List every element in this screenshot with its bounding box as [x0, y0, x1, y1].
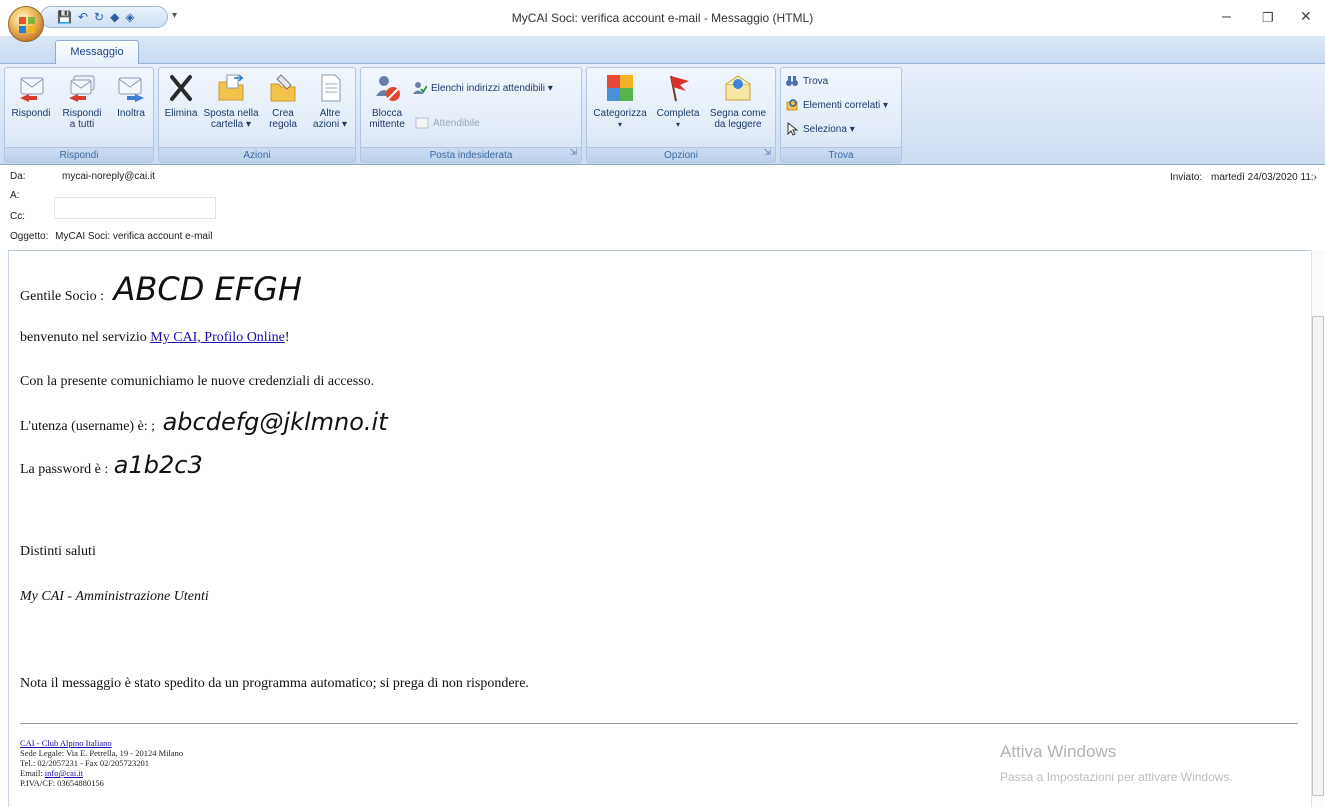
password-value: a1b2c3: [113, 451, 203, 479]
subject-value: MyCAI Soci: verifica account e-mail: [55, 231, 213, 242]
find-button[interactable]: Trova: [785, 74, 828, 88]
username-value: abcdefg@jklmno.it: [162, 408, 388, 436]
activate-windows-subtitle: Passa a Impostazioni per attivare Window…: [1000, 770, 1233, 784]
sent-row: Inviato: martedì 24/03/2020 11:›: [1170, 172, 1317, 183]
mark-unread-icon: [725, 75, 751, 101]
group-label-trova: Trova: [781, 147, 901, 162]
from-value: mycai-noreply@cai.it: [62, 171, 155, 182]
footer-address: Sede Legale: Via E. Petrella, 19 - 20124…: [20, 748, 184, 758]
create-rule-button[interactable]: Crea regola: [261, 72, 305, 130]
move-to-folder-button[interactable]: Sposta nella cartella ▾: [203, 72, 259, 130]
dialog-launcher-icon[interactable]: ⇲: [569, 145, 577, 160]
categorize-icon: [607, 75, 633, 101]
group-rispondi: Rispondi Rispondi a tutti Inoltra Rispon…: [4, 67, 154, 163]
ribbon: Rispondi Rispondi a tutti Inoltra Rispon…: [0, 64, 1325, 165]
dialog-launcher-icon[interactable]: ⇲: [763, 145, 771, 160]
my-cai-profile-link[interactable]: My CAI, Profilo Online: [150, 330, 285, 345]
tab-messaggio[interactable]: Messaggio: [55, 40, 139, 65]
subject-row: Oggetto: MyCAI Soci: verifica account e-…: [10, 231, 212, 242]
signature-text: My CAI - Amministrazione Utenti: [20, 589, 209, 604]
ribbon-tab-row: Messaggio: [0, 36, 1325, 65]
close-button[interactable]: ✕: [1300, 8, 1312, 25]
automatic-note: Nota il messaggio è stato spedito da un …: [20, 676, 529, 691]
mark-unread-button[interactable]: Segna come da leggere: [705, 72, 771, 130]
forward-button[interactable]: Inoltra: [109, 72, 153, 119]
group-posta-indesiderata: Blocca mittente Elenchi indirizzi attend…: [360, 67, 582, 163]
binoculars-icon: [786, 76, 798, 86]
group-label-posta: Posta indesiderata ⇲: [361, 147, 581, 162]
intro-text: Con la presente comunichiamo le nuove cr…: [20, 374, 375, 389]
delete-x-icon: [170, 75, 192, 101]
move-folder-icon: [218, 74, 244, 101]
title-bar: 💾 ↶ ↻ ◆ ◈ ▾ MyCAI Soci: verifica account…: [0, 0, 1325, 42]
office-logo-icon: [19, 17, 35, 33]
group-azioni: Elimina Sposta nella cartella ▾ Crea reg…: [158, 67, 356, 163]
reply-all-button[interactable]: Rispondi a tutti: [57, 72, 107, 130]
activate-windows-title: Attiva Windows: [1000, 742, 1117, 761]
block-sender-button[interactable]: Blocca mittente: [365, 72, 409, 130]
footer: CAI - Club Alpino Italiano Sede Legale: …: [20, 738, 183, 788]
to-label: A:: [10, 190, 20, 201]
forward-icon: [118, 77, 144, 102]
delete-button[interactable]: Elimina: [161, 72, 201, 119]
reply-all-icon: [69, 75, 95, 102]
welcome-prefix: benvenuto nel servizio: [20, 330, 151, 345]
sent-label: Inviato:: [1169, 172, 1203, 183]
window-title: MyCAI Soci: verifica account e-mail - Me…: [511, 11, 814, 25]
footer-vat: P.IVA/CF: 03654880156: [20, 778, 104, 788]
minimize-button[interactable]: –: [1222, 8, 1231, 26]
footer-phone: Tel.: 02/2057231 - Fax 02/205723201: [20, 758, 150, 768]
related-items-icon: [786, 99, 798, 111]
safe-lists-icon: [413, 82, 427, 94]
group-opzioni: Categorizza ▾ Completa ▾ Segna come da leg…: [586, 67, 776, 163]
group-trova: Trova Elementi correlati ▾ Seleziona ▾ T…: [780, 67, 902, 163]
welcome-suffix: !: [284, 330, 290, 345]
member-name: ABCD EFGH: [113, 270, 302, 308]
other-actions-button[interactable]: Altre azioni ▾: [307, 72, 353, 130]
follow-up-button[interactable]: Completa ▾: [653, 72, 703, 130]
password-label: La password è :: [20, 462, 109, 477]
group-label-azioni: Azioni: [159, 147, 355, 162]
regards-text: Distinti saluti: [20, 544, 96, 559]
create-rule-icon: [270, 74, 296, 102]
cc-label: Cc:: [10, 211, 25, 222]
password-line: La password è : a1b2c3: [20, 451, 203, 479]
categorize-button[interactable]: Categorizza ▾: [589, 72, 651, 130]
flag-icon: [670, 75, 689, 102]
reply-icon: [20, 77, 44, 102]
footer-email-label: Email:: [20, 768, 45, 778]
office-button[interactable]: [8, 6, 44, 42]
cai-org-link[interactable]: CAI - Club Alpino Italiano: [20, 738, 112, 748]
greeting-text: Gentile Socio :: [20, 289, 104, 304]
safe-button[interactable]: Attendibile: [415, 116, 480, 130]
cursor-arrow-icon: [787, 122, 799, 136]
restore-button[interactable]: ❐: [1262, 10, 1274, 26]
username-label: L'utenza (username) è: ;: [20, 419, 156, 434]
footer-email-link[interactable]: info@cai.it: [45, 768, 83, 778]
scrollbar-thumb[interactable]: [1312, 316, 1324, 796]
footer-divider: [20, 723, 1298, 724]
greeting-line: Gentile Socio : ABCD EFGH: [20, 270, 302, 308]
group-label-rispondi: Rispondi: [5, 147, 153, 162]
group-label-opzioni: Opzioni ⇲: [587, 147, 775, 162]
select-button[interactable]: Seleziona ▾: [785, 122, 855, 136]
username-line: L'utenza (username) è: ; abcdefg@jklmno.…: [20, 408, 388, 436]
to-recipients-field[interactable]: [54, 197, 216, 219]
subject-label: Oggetto:: [10, 231, 49, 242]
safe-icon: [415, 117, 429, 129]
other-actions-icon: [321, 74, 341, 102]
safe-lists-button[interactable]: Elenchi indirizzi attendibili ▾: [413, 81, 553, 95]
sent-value: martedì 24/03/2020 11:›: [1211, 172, 1317, 183]
reply-button[interactable]: Rispondi: [7, 72, 55, 119]
from-label: Da:: [10, 171, 26, 182]
welcome-line: benvenuto nel servizio My CAI, Profilo O…: [20, 330, 289, 346]
block-sender-icon: [376, 76, 400, 101]
related-items-button[interactable]: Elementi correlati ▾: [785, 98, 888, 112]
from-row: Da: mycai-noreply@cai.it: [10, 171, 155, 182]
